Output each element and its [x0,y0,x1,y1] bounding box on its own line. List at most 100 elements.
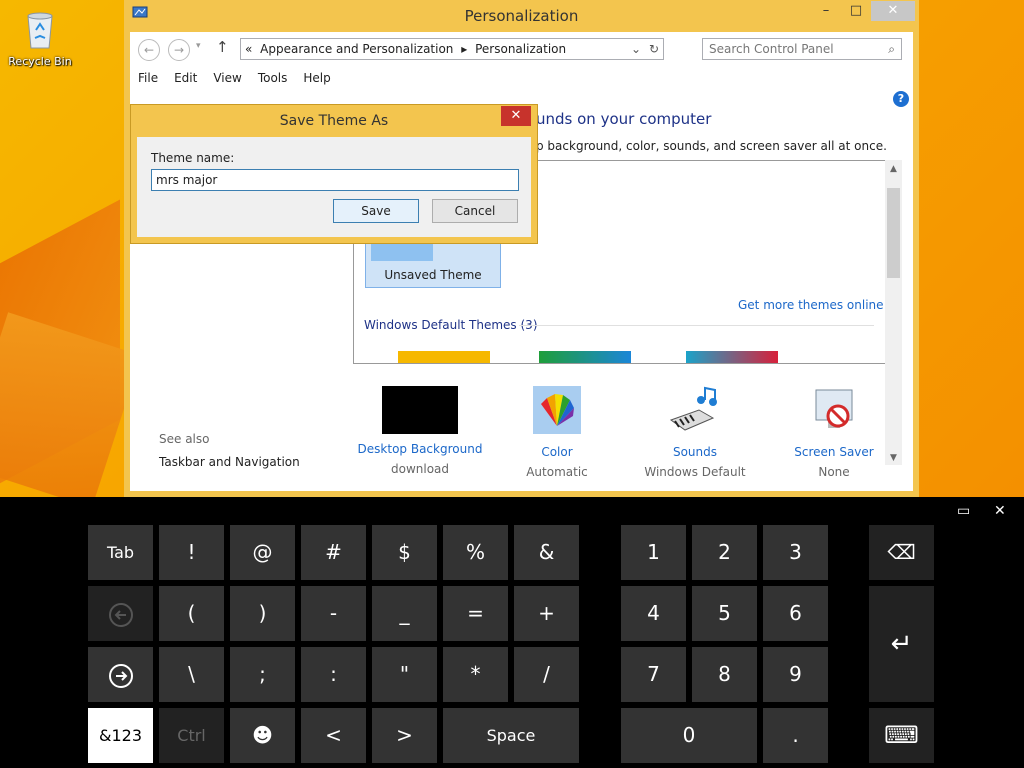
key-symbols-toggle[interactable]: &123 [88,708,153,763]
unsaved-theme-label: Unsaved Theme [384,268,482,282]
forward-icon[interactable]: → [168,39,190,61]
key-quote[interactable]: " [372,647,437,702]
key-equals[interactable]: = [443,586,508,641]
key-period[interactable]: . [763,708,828,763]
help-icon[interactable]: ? [893,91,909,107]
address-bar[interactable]: « Appearance and Personalization ▸ Perso… [240,38,664,60]
search-icon[interactable]: ⌕ [888,39,895,59]
key-left[interactable]: < [301,708,366,763]
menu-help[interactable]: Help [295,68,338,88]
key-asterisk[interactable]: * [443,647,508,702]
dialog-client: Theme name: mrs major Save Cancel [137,137,531,237]
key-back[interactable] [88,586,153,641]
screen-saver-value: None [818,465,850,479]
key-5[interactable]: 5 [692,586,757,641]
refresh-icon[interactable]: ↻ [649,39,659,59]
key-7[interactable]: 7 [621,647,686,702]
backspace-icon[interactable]: ⌫ [869,525,934,580]
menu-file[interactable]: File [130,68,166,88]
key-slash[interactable]: / [514,647,579,702]
sounds-option[interactable]: Sounds Windows Default [630,384,760,479]
save-button[interactable]: Save [333,199,419,223]
desktop-background-option[interactable]: Desktop Background download [355,384,485,476]
personalization-window: Personalization – □ ✕ ← → ▾ ↑ « Appearan… [124,0,919,497]
sounds-label[interactable]: Sounds [630,445,760,459]
key-1[interactable]: 1 [621,525,686,580]
breadcrumb-prefix: « [245,42,253,56]
screen-saver-label[interactable]: Screen Saver [769,445,899,459]
key-3[interactable]: 3 [763,525,828,580]
key-2[interactable]: 2 [692,525,757,580]
scroll-up-icon[interactable]: ▲ [885,164,902,174]
key-plus[interactable]: + [514,586,579,641]
desktop: Recycle Bin Personalization – □ ✕ ← → ▾ … [0,0,1024,497]
theme-name-input[interactable]: mrs major [151,169,519,191]
color-label[interactable]: Color [492,445,622,459]
key-backslash[interactable]: \ [159,647,224,702]
sounds-icon [669,386,717,431]
minimize-button[interactable]: – [811,1,841,21]
see-also-heading: See also [159,432,210,446]
key-minus[interactable]: - [301,586,366,641]
key-space[interactable]: Space [443,708,579,763]
menu-edit[interactable]: Edit [166,68,205,88]
theme-thumbnail[interactable] [398,351,490,363]
back-icon[interactable]: ← [138,39,160,61]
key-4[interactable]: 4 [621,586,686,641]
save-theme-dialog: Save Theme As ✕ Theme name: mrs major Sa… [130,104,538,244]
menu-tools[interactable]: Tools [250,68,296,88]
cancel-button[interactable]: Cancel [432,199,518,223]
get-more-themes-link[interactable]: Get more themes online [738,298,884,312]
up-arrow-icon[interactable]: ↑ [216,38,229,56]
scrollbar-thumb[interactable] [887,188,900,278]
key-at[interactable]: @ [230,525,295,580]
key-ctrl[interactable]: Ctrl [159,708,224,763]
desktop-background-value: download [390,462,450,476]
key-dollar[interactable]: $ [372,525,437,580]
key-close-paren[interactable]: ) [230,586,295,641]
theme-name-label: Theme name: [151,151,235,165]
key-hash[interactable]: # [301,525,366,580]
menu-view[interactable]: View [205,68,249,88]
sounds-value: Windows Default [644,465,746,479]
key-colon[interactable]: : [301,647,366,702]
recycle-bin[interactable]: Recycle Bin [8,8,72,68]
taskbar-navigation-link[interactable]: Taskbar and Navigation [159,455,300,469]
key-underscore[interactable]: _ [372,586,437,641]
key-right[interactable]: > [372,708,437,763]
key-exclamation[interactable]: ! [159,525,224,580]
keyboard-layout-icon[interactable]: ⌨ [869,708,934,763]
search-placeholder: Search Control Panel [709,42,834,56]
navigation-bar: ← → ▾ ↑ « Appearance and Personalization… [130,32,913,66]
maximize-button[interactable]: □ [841,1,871,21]
key-tab[interactable]: Tab [88,525,153,580]
window-title: Personalization [464,7,579,25]
keyboard-close-icon[interactable]: ✕ [994,503,1006,519]
key-forward[interactable] [88,647,153,702]
emoji-icon[interactable]: ☻ [230,708,295,763]
screen-saver-option[interactable]: Screen Saver None [769,384,899,479]
key-open-paren[interactable]: ( [159,586,224,641]
color-option[interactable]: Color Automatic [492,384,622,479]
key-percent[interactable]: % [443,525,508,580]
desktop-background-label[interactable]: Desktop Background [355,442,485,456]
key-6[interactable]: 6 [763,586,828,641]
breadcrumb-personalization[interactable]: Personalization [475,42,566,56]
color-value: Automatic [526,465,588,479]
close-button[interactable]: ✕ [871,1,915,21]
dialog-close-button[interactable]: ✕ [501,106,531,126]
search-input[interactable]: Search Control Panel ⌕ [702,38,902,60]
recent-locations-icon[interactable]: ▾ [196,41,201,51]
key-8[interactable]: 8 [692,647,757,702]
enter-icon[interactable]: ↵ [869,586,934,702]
keyboard-minimize-icon[interactable]: ▭ [957,503,970,519]
theme-thumbnail[interactable] [539,351,631,363]
color-icon [533,386,581,434]
theme-thumbnail[interactable] [686,351,778,363]
key-ampersand[interactable]: & [514,525,579,580]
key-0[interactable]: 0 [621,708,757,763]
key-semicolon[interactable]: ; [230,647,295,702]
address-dropdown-icon[interactable]: ⌄ [631,39,641,59]
key-9[interactable]: 9 [763,647,828,702]
breadcrumb-appearance[interactable]: Appearance and Personalization [260,42,453,56]
